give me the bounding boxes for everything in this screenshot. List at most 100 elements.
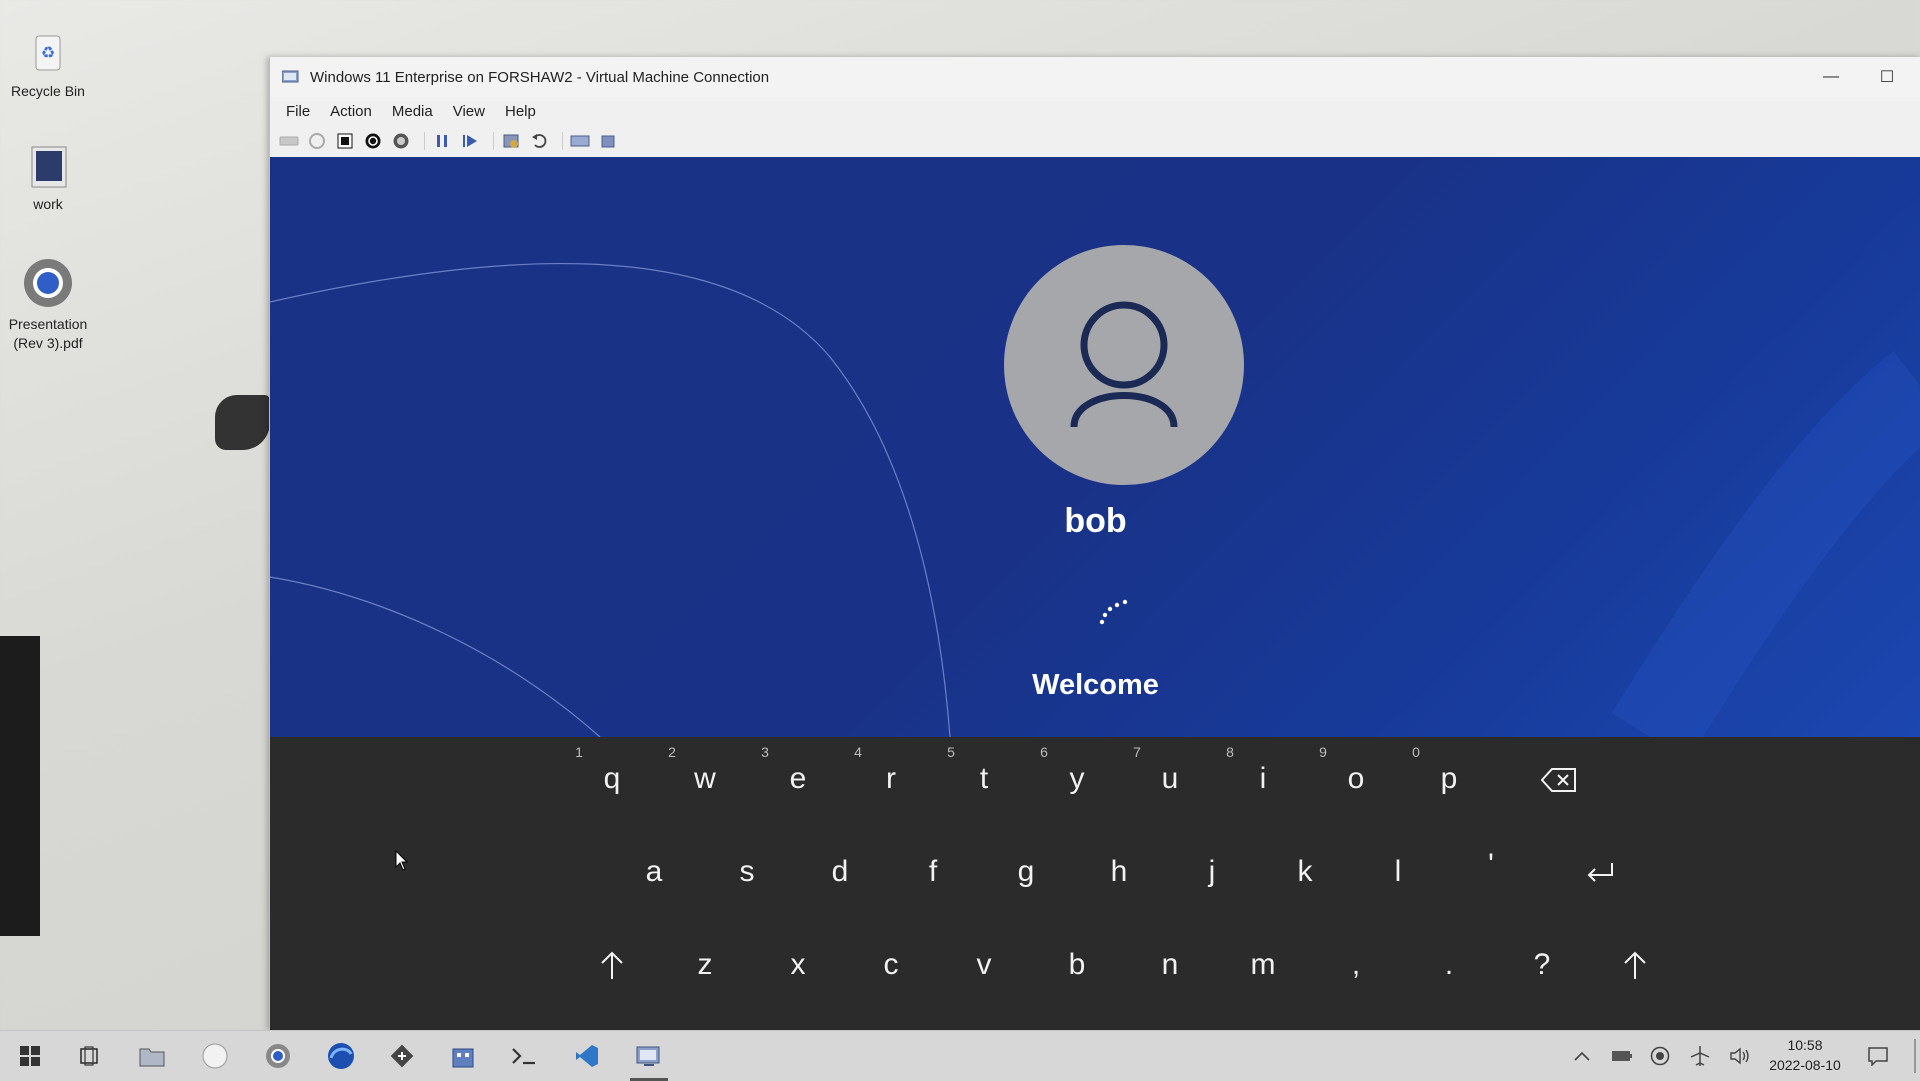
- volume-icon: [1730, 1047, 1749, 1065]
- welcome-text: Welcome: [1032, 669, 1159, 701]
- share-icon: [601, 135, 615, 148]
- ctrl-alt-del-icon: [279, 136, 299, 146]
- key-number: 1: [575, 744, 583, 760]
- enter-key[interactable]: [1560, 832, 1640, 912]
- show-desktop-button[interactable]: [1914, 1039, 1916, 1073]
- app-building-icon: [452, 1048, 474, 1068]
- start-icon: [309, 133, 325, 149]
- maximize-button[interactable]: ☐: [1859, 57, 1915, 97]
- globe-icon: [1650, 1046, 1670, 1066]
- start-button[interactable]: [5, 1031, 55, 1081]
- app-building-button[interactable]: [438, 1031, 488, 1081]
- key-period[interactable]: .: [1409, 925, 1489, 1005]
- folder-icon: [20, 135, 76, 191]
- reset-icon: [463, 135, 477, 147]
- enhanced-session-button[interactable]: [569, 130, 591, 152]
- save-button[interactable]: [390, 130, 412, 152]
- hyper-v-button[interactable]: [624, 1031, 674, 1081]
- terminal-button[interactable]: [499, 1031, 549, 1081]
- key-j[interactable]: j: [1172, 832, 1252, 912]
- shift-icon: [1624, 951, 1646, 980]
- airplane-icon: [1690, 1046, 1710, 1066]
- app-circle-button[interactable]: [190, 1031, 240, 1081]
- checkpoint-button[interactable]: [500, 130, 522, 152]
- file-explorer-button[interactable]: [127, 1031, 177, 1081]
- key-w[interactable]: 2w: [665, 739, 745, 819]
- key-l[interactable]: l: [1358, 832, 1438, 912]
- notification-center-icon: [1868, 1047, 1888, 1066]
- key-number: 2: [668, 744, 676, 760]
- key-question[interactable]: ?: [1502, 925, 1582, 1005]
- key-p[interactable]: 0p: [1409, 739, 1489, 819]
- backspace-key[interactable]: [1519, 739, 1599, 819]
- key-z[interactable]: z: [665, 925, 745, 1005]
- key-o[interactable]: 9o: [1316, 739, 1396, 819]
- menu-file[interactable]: File: [270, 103, 320, 120]
- key-label: ,: [1351, 948, 1361, 981]
- key-c[interactable]: c: [851, 925, 931, 1005]
- key-label: f: [928, 855, 938, 888]
- turn-off-button[interactable]: [334, 130, 356, 152]
- key-s[interactable]: s: [707, 832, 787, 912]
- git-button[interactable]: [377, 1031, 427, 1081]
- reset-button[interactable]: [459, 130, 481, 152]
- minimize-button[interactable]: —: [1803, 57, 1859, 97]
- start-button[interactable]: [306, 130, 328, 152]
- vm-display[interactable]: bob Welcome 1q 2w 3e 4r 5t 6y 7u 8i 9o 0…: [270, 157, 1920, 1030]
- key-e[interactable]: 3e: [758, 739, 838, 819]
- key-label: y: [1069, 762, 1085, 795]
- key-t[interactable]: 5t: [944, 739, 1024, 819]
- key-label: n: [1161, 948, 1179, 981]
- key-r[interactable]: 4r: [851, 739, 931, 819]
- desktop-icon-presentation[interactable]: Presentation (Rev 3).pdf: [0, 255, 103, 353]
- key-apostrophe[interactable]: ': [1451, 825, 1531, 905]
- key-label: o: [1347, 762, 1365, 795]
- key-h[interactable]: h: [1079, 832, 1159, 912]
- title-bar[interactable]: Windows 11 Enterprise on FORSHAW2 - Virt…: [270, 57, 1920, 97]
- battery-button[interactable]: [1610, 1044, 1634, 1068]
- menu-action[interactable]: Action: [320, 103, 382, 120]
- desktop-icon-recycle-bin[interactable]: ♻ Recycle Bin: [0, 22, 103, 101]
- show-hidden-icons-button[interactable]: [1570, 1044, 1594, 1068]
- key-m[interactable]: m: [1223, 925, 1303, 1005]
- key-v[interactable]: v: [944, 925, 1024, 1005]
- shift-left-key[interactable]: [572, 925, 652, 1005]
- ctrl-alt-del-button[interactable]: [278, 130, 300, 152]
- vscode-button[interactable]: [562, 1031, 612, 1081]
- key-i[interactable]: 8i: [1223, 739, 1303, 819]
- key-comma[interactable]: ,: [1316, 925, 1396, 1005]
- shutdown-button[interactable]: [362, 130, 384, 152]
- airplane-mode-button[interactable]: [1688, 1044, 1712, 1068]
- notifications-button[interactable]: [1866, 1044, 1890, 1068]
- key-label: ?: [1533, 948, 1551, 981]
- key-label: m: [1250, 948, 1276, 981]
- enter-icon: [1587, 863, 1613, 882]
- desktop-icon-work[interactable]: work: [0, 135, 103, 214]
- chrome-button[interactable]: [253, 1031, 303, 1081]
- key-u[interactable]: 7u: [1130, 739, 1210, 819]
- volume-button[interactable]: [1728, 1044, 1752, 1068]
- key-number: 8: [1226, 744, 1234, 760]
- key-q[interactable]: 1q: [572, 739, 652, 819]
- key-f[interactable]: f: [893, 832, 973, 912]
- key-n[interactable]: n: [1130, 925, 1210, 1005]
- pause-button[interactable]: [431, 130, 453, 152]
- menu-view[interactable]: View: [443, 103, 495, 120]
- key-b[interactable]: b: [1037, 925, 1117, 1005]
- key-y[interactable]: 6y: [1037, 739, 1117, 819]
- share-button[interactable]: [597, 130, 619, 152]
- key-k[interactable]: k: [1265, 832, 1345, 912]
- revert-button[interactable]: [528, 130, 550, 152]
- key-x[interactable]: x: [758, 925, 838, 1005]
- menu-help[interactable]: Help: [495, 103, 546, 120]
- shift-right-key[interactable]: [1595, 925, 1675, 1005]
- globe-button[interactable]: [1648, 1044, 1672, 1068]
- key-d[interactable]: d: [800, 832, 880, 912]
- taskbar-clock[interactable]: 10:58 2022-08-10: [1755, 1035, 1855, 1075]
- task-view-button[interactable]: [64, 1031, 114, 1081]
- menu-media[interactable]: Media: [382, 103, 443, 120]
- key-g[interactable]: g: [986, 832, 1066, 912]
- key-a[interactable]: a: [614, 832, 694, 912]
- edge-button[interactable]: [316, 1031, 366, 1081]
- key-number: 9: [1319, 744, 1327, 760]
